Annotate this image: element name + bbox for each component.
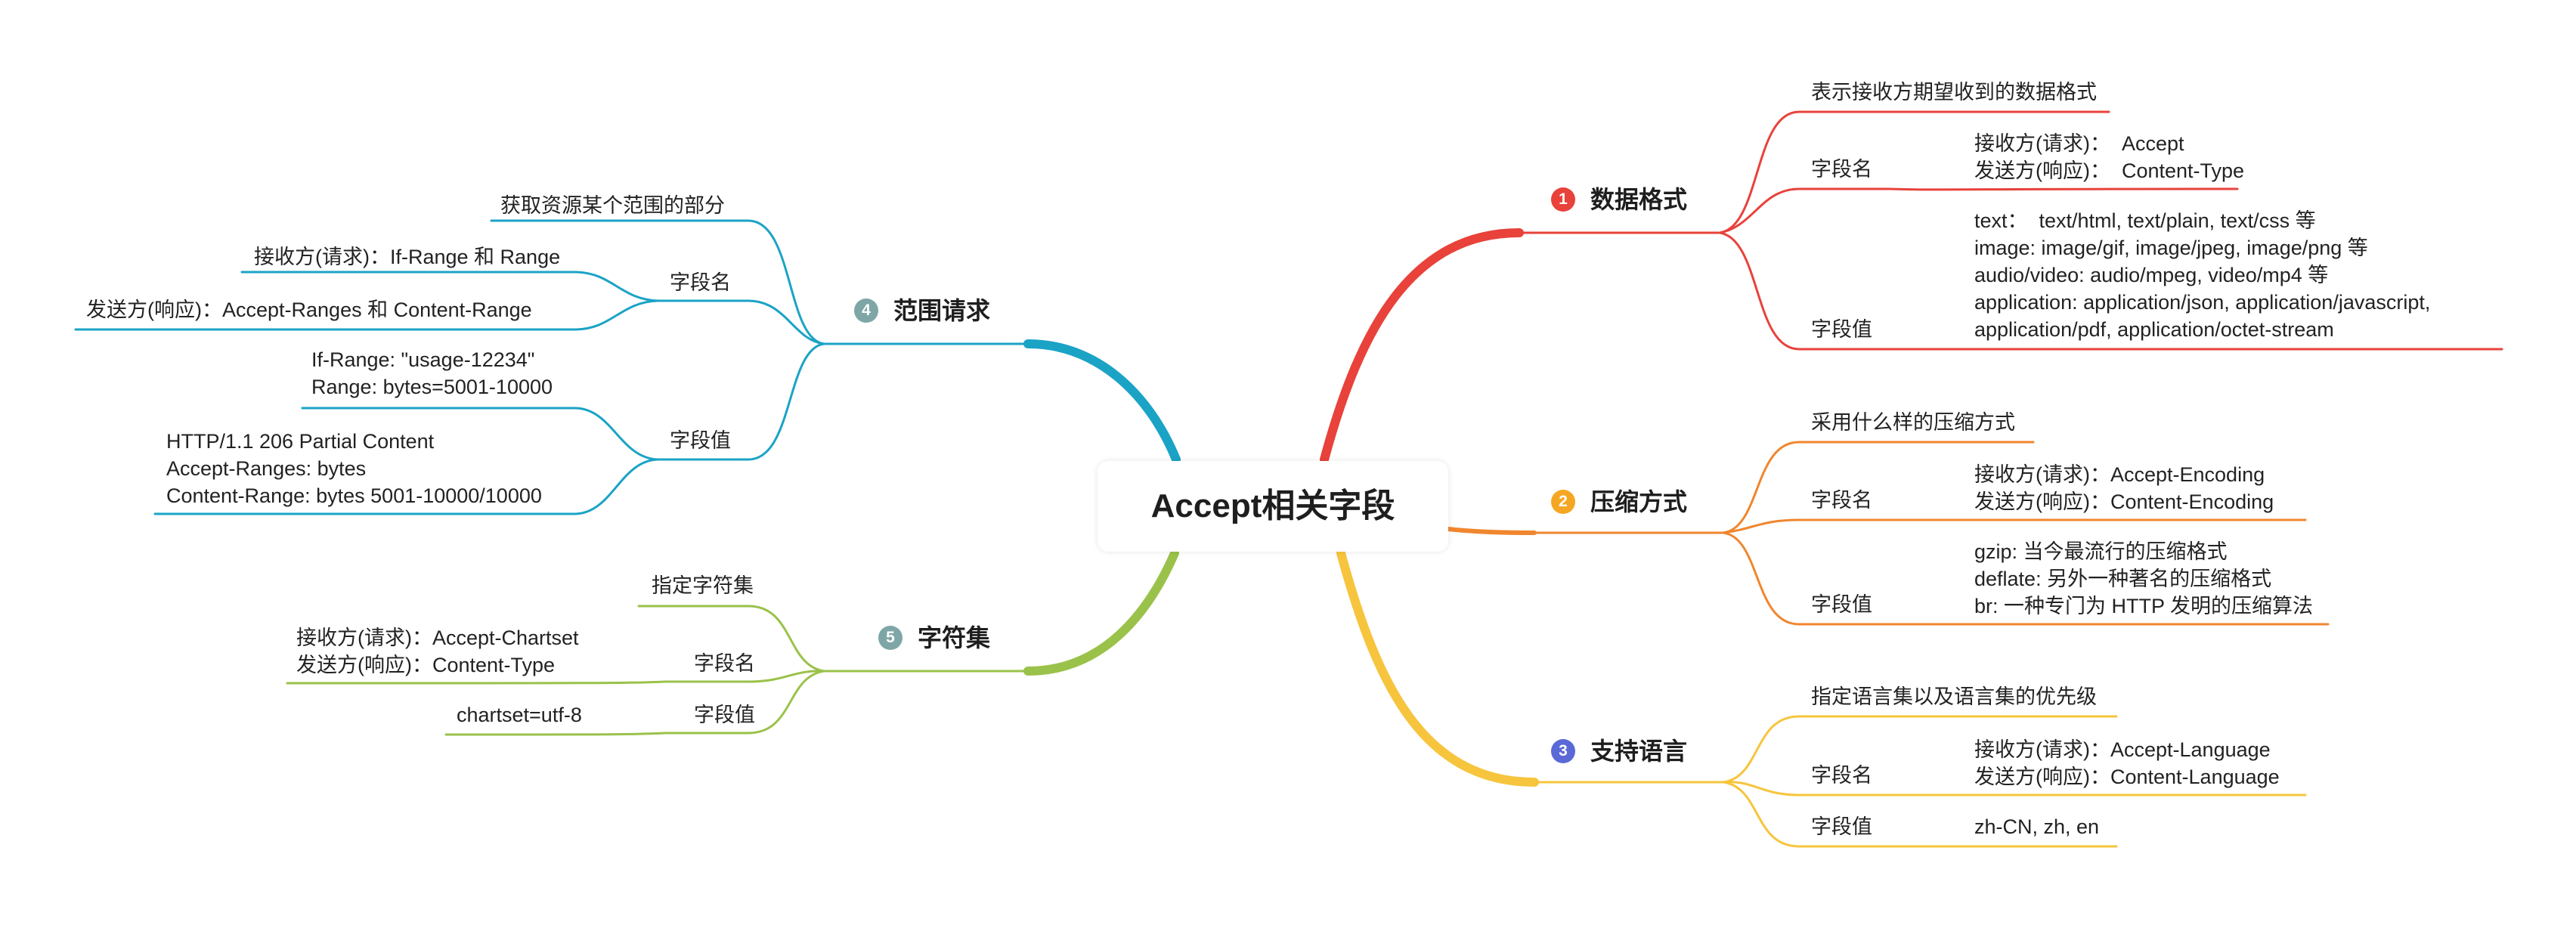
charset-field-name-detail[interactable]: 接收方(请求)：Accept-Chartset 发送方(响应)：Content-…: [296, 624, 579, 679]
language-description[interactable]: 指定语言集以及语言集的优先级: [1811, 683, 2097, 710]
topic-data-format[interactable]: 数据格式: [1590, 184, 1687, 215]
compression-field-name-label[interactable]: 字段名: [1811, 487, 1872, 514]
number-badge-5: 5: [878, 626, 903, 650]
number-badge-1: 1: [1551, 187, 1575, 212]
data-format-field-name-detail[interactable]: 接收方(请求)： Accept 发送方(响应)： Content-Type: [1974, 130, 2244, 184]
language-field-value-detail[interactable]: zh-CN, zh, en: [1974, 813, 2099, 840]
range-description[interactable]: 获取资源某个范围的部分: [500, 192, 725, 219]
range-field-value-response[interactable]: HTTP/1.1 206 Partial Content Accept-Rang…: [166, 428, 542, 509]
range-field-value-request[interactable]: If-Range: "usage-12234" Range: bytes=500…: [311, 346, 553, 401]
range-field-name-response[interactable]: 发送方(响应)：Accept-Ranges 和 Content-Range: [86, 296, 532, 323]
compression-description[interactable]: 采用什么样的压缩方式: [1811, 409, 2015, 436]
data-format-description[interactable]: 表示接收方期望收到的数据格式: [1811, 79, 2097, 106]
charset-field-value-detail[interactable]: chartset=utf-8: [457, 701, 582, 729]
language-field-name-label[interactable]: 字段名: [1811, 762, 1872, 789]
number-badge-3: 3: [1551, 739, 1575, 763]
range-field-name-request[interactable]: 接收方(请求)：If-Range 和 Range: [254, 243, 560, 271]
central-topic[interactable]: Accept相关字段: [1098, 461, 1448, 552]
number-badge-2: 2: [1551, 490, 1575, 514]
charset-field-value-label[interactable]: 字段值: [694, 701, 755, 729]
data-format-field-value-label[interactable]: 字段值: [1811, 316, 1872, 343]
data-format-field-value-detail[interactable]: text： text/html, text/plain, text/css 等 …: [1974, 207, 2430, 343]
number-badge-4: 4: [854, 299, 878, 323]
topic-charset[interactable]: 字符集: [918, 622, 990, 654]
compression-field-value-detail[interactable]: gzip: 当今最流行的压缩格式 deflate: 另外一种著名的压缩格式 br…: [1974, 538, 2313, 620]
compression-field-name-detail[interactable]: 接收方(请求)：Accept-Encoding 发送方(响应)：Content-…: [1974, 461, 2274, 515]
main-branch-charset: [1023, 549, 1179, 676]
topic-range-request[interactable]: 范围请求: [893, 295, 990, 326]
charset-description[interactable]: 指定字符集: [652, 572, 754, 599]
compression-field-value-label[interactable]: 字段值: [1811, 591, 1872, 618]
topic-compression[interactable]: 压缩方式: [1590, 486, 1687, 518]
topic-language[interactable]: 支持语言: [1590, 735, 1687, 767]
language-field-name-detail[interactable]: 接收方(请求)：Accept-Language 发送方(响应)：Content-…: [1974, 736, 2280, 790]
main-branch-range: [1023, 339, 1181, 464]
charset-field-name-label[interactable]: 字段名: [694, 650, 755, 677]
data-format-field-name-label[interactable]: 字段名: [1811, 156, 1872, 183]
main-branch-language: [1336, 549, 1539, 787]
range-field-value-label[interactable]: 字段值: [670, 427, 731, 454]
range-field-name-label[interactable]: 字段名: [670, 269, 731, 296]
main-branch-data-format: [1320, 228, 1524, 464]
main-branch-compression: [1446, 527, 1537, 535]
language-field-value-label[interactable]: 字段值: [1811, 813, 1872, 840]
